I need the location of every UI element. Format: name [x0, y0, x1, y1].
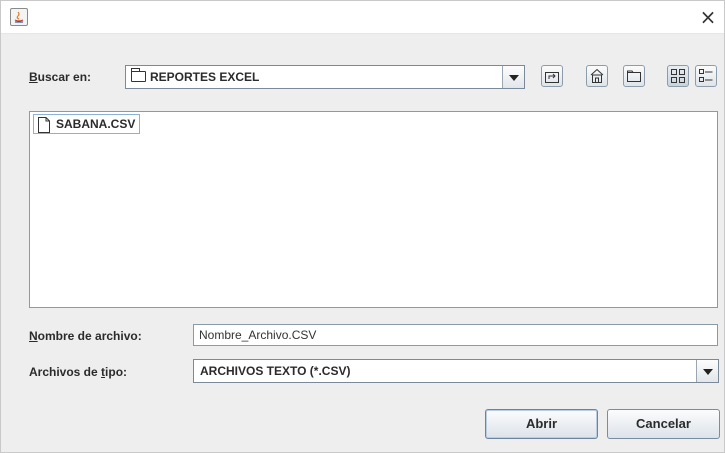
file-name: SABANA.CSV [56, 117, 136, 131]
cancel-button[interactable]: Cancelar [607, 409, 720, 439]
list-view-icon [671, 69, 685, 83]
folder-icon [131, 68, 146, 82]
up-folder-button[interactable] [541, 65, 563, 87]
file-type-combobox[interactable]: ARCHIVOS TEXTO (*.CSV) [193, 359, 719, 383]
open-button[interactable]: Abrir [485, 409, 598, 439]
title-bar[interactable]: × [1, 1, 724, 34]
close-icon[interactable]: × [696, 5, 720, 29]
look-in-label: Buscar en: [29, 70, 92, 84]
file-type-value: ARCHIVOS TEXTO (*.CSV) [200, 364, 351, 378]
file-type-label: Archivos de tipo: [29, 365, 128, 379]
chevron-down-icon[interactable] [502, 66, 524, 88]
file-list[interactable]: SABANA.CSV [29, 111, 718, 308]
new-folder-icon [627, 70, 641, 82]
file-name-label: Nombre de archivo: [29, 329, 142, 343]
file-name-input[interactable] [193, 324, 718, 346]
look-in-value: REPORTES EXCEL [150, 70, 260, 84]
file-chooser-dialog: × Buscar en: REPORTES EXCEL SABANA.CSV N… [0, 0, 725, 453]
list-view-button[interactable] [667, 65, 689, 87]
file-icon [38, 117, 50, 133]
new-folder-button[interactable] [623, 65, 645, 87]
details-view-button[interactable] [695, 65, 717, 87]
list-item[interactable]: SABANA.CSV [33, 114, 141, 134]
home-icon [590, 68, 604, 83]
java-app-icon [10, 8, 28, 26]
details-view-icon [699, 69, 713, 82]
chevron-down-icon[interactable] [696, 360, 718, 382]
home-button[interactable] [586, 65, 608, 87]
up-one-level-icon [545, 72, 559, 83]
look-in-combobox[interactable]: REPORTES EXCEL [125, 65, 525, 89]
